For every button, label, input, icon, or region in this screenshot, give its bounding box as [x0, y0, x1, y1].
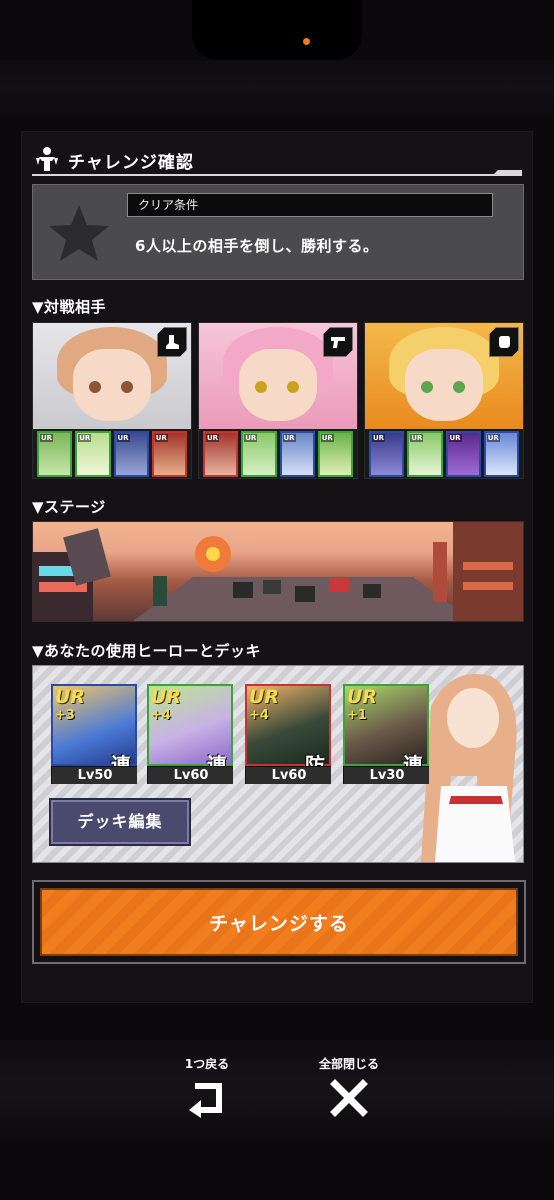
clear-condition-box: クリア条件 6人以上の相手を倒し、勝利する。 — [32, 184, 524, 280]
header-divider — [32, 174, 522, 176]
opponent-face — [239, 349, 317, 421]
card-rarity-tag: UR — [448, 434, 462, 442]
stage-preview[interactable] — [32, 521, 524, 622]
section-label-opponents: ▼対戦相手 — [32, 298, 107, 316]
opponent-deck-card: UR — [279, 431, 315, 477]
opponent-card[interactable]: UR UR UR UR — [32, 322, 192, 479]
card-rarity-tag: UR — [320, 434, 334, 442]
opponent-deck-card: UR — [369, 431, 405, 477]
hero-card[interactable]: UR +4 防 Lv60 — [245, 684, 331, 784]
hero-card[interactable]: UR +1 連 Lv30 — [343, 684, 429, 784]
opponent-deck-card: UR — [241, 431, 277, 477]
opponent-deck-card: UR — [483, 431, 519, 477]
hero-rarity: UR — [55, 686, 86, 708]
opponent-eye — [121, 381, 133, 393]
star-icon — [49, 205, 109, 261]
card-rarity-tag: UR — [282, 434, 296, 442]
clear-condition-label-bar: クリア条件 — [127, 193, 493, 217]
return-arrow-icon — [189, 1083, 222, 1118]
deck-edit-button[interactable]: デッキ編集 — [49, 798, 191, 846]
opponent-face — [405, 349, 483, 421]
card-rarity-tag: UR — [486, 434, 500, 442]
card-rarity-tag: UR — [78, 434, 92, 442]
hero-rarity: UR — [347, 686, 378, 708]
hero-plus-level: +4 — [249, 708, 269, 723]
opponent-eye — [89, 381, 101, 393]
hero-card[interactable]: UR +4 連 Lv60 — [147, 684, 233, 784]
close-all-button[interactable]: 全部閉じる — [304, 1055, 394, 1125]
device-notch — [192, 0, 362, 60]
card-rarity-tag: UR — [116, 434, 130, 442]
card-rarity-tag: UR — [244, 434, 258, 442]
opponent-deck-card: UR — [203, 431, 239, 477]
card-rarity-tag: UR — [410, 434, 424, 442]
background-blur-strip-bottom — [0, 1040, 554, 1140]
section-label-stage: ▼ステージ — [32, 498, 106, 516]
hero-rarity: UR — [151, 686, 182, 708]
opponent-deck: UR UR UR UR — [369, 431, 519, 477]
opponent-face — [73, 349, 151, 421]
opponent-deck: UR UR UR UR — [37, 431, 187, 477]
background-blur-strip — [0, 60, 554, 118]
opponent-deck-card: UR — [407, 431, 443, 477]
boot-icon — [157, 327, 187, 357]
opponent-deck-card: UR — [317, 431, 353, 477]
opponent-card[interactable]: UR UR UR UR — [198, 322, 358, 479]
section-label-deck: ▼あなたの使用ヒーローとデッキ — [32, 642, 262, 660]
back-one-label: 1つ戻る — [184, 1057, 230, 1071]
card-rarity-tag: UR — [40, 434, 54, 442]
hero-level: Lv30 — [343, 766, 429, 784]
close-all-label: 全部閉じる — [318, 1057, 379, 1071]
camera-indicator-dot — [303, 38, 310, 45]
opponent-deck-card: UR — [151, 431, 187, 477]
hero-plus-level: +4 — [151, 708, 171, 723]
header-divider-cap — [492, 170, 522, 176]
fist-icon — [489, 327, 519, 357]
back-one-button[interactable]: 1つ戻る — [162, 1055, 252, 1125]
opponent-eye — [287, 381, 299, 393]
hero-level: Lv60 — [147, 766, 233, 784]
clear-condition-text: 6人以上の相手を倒し、勝利する。 — [135, 237, 379, 255]
close-icon — [330, 1079, 368, 1117]
deck-panel: UR +3 連 Lv50 UR +4 連 Lv60 UR +4 防 Lv60 U… — [32, 665, 524, 863]
opponent-eye — [453, 381, 465, 393]
challenge-button-label: チャレンジする — [40, 888, 518, 956]
opponent-deck-card: UR — [445, 431, 481, 477]
opponent-deck-card: UR — [75, 431, 111, 477]
hero-level: Lv50 — [51, 766, 137, 784]
gun-icon — [323, 327, 353, 357]
clear-condition-label: クリア条件 — [138, 198, 199, 212]
hero-level: Lv60 — [245, 766, 331, 784]
card-rarity-tag: UR — [206, 434, 220, 442]
panel-header: チャレンジ確認 — [32, 144, 522, 176]
card-rarity-tag: UR — [154, 434, 168, 442]
hero-plus-level: +3 — [55, 708, 75, 723]
opponent-eye — [255, 381, 267, 393]
opponent-deck-card: UR — [37, 431, 73, 477]
page-title: チャレンジ確認 — [68, 153, 194, 173]
challenge-button[interactable]: チャレンジする — [32, 880, 526, 964]
stage-scene-illustration — [33, 522, 523, 621]
opponent-card[interactable]: UR UR UR UR — [364, 322, 524, 479]
hero-rarity: UR — [249, 686, 280, 708]
opponent-deck: UR UR UR UR — [203, 431, 353, 477]
opponent-eye — [421, 381, 433, 393]
hero-plus-level: +1 — [347, 708, 367, 723]
opponent-deck-card: UR — [113, 431, 149, 477]
card-rarity-tag: UR — [372, 434, 386, 442]
hero-person-icon — [36, 147, 58, 171]
hero-card[interactable]: UR +3 連 Lv50 — [51, 684, 137, 784]
